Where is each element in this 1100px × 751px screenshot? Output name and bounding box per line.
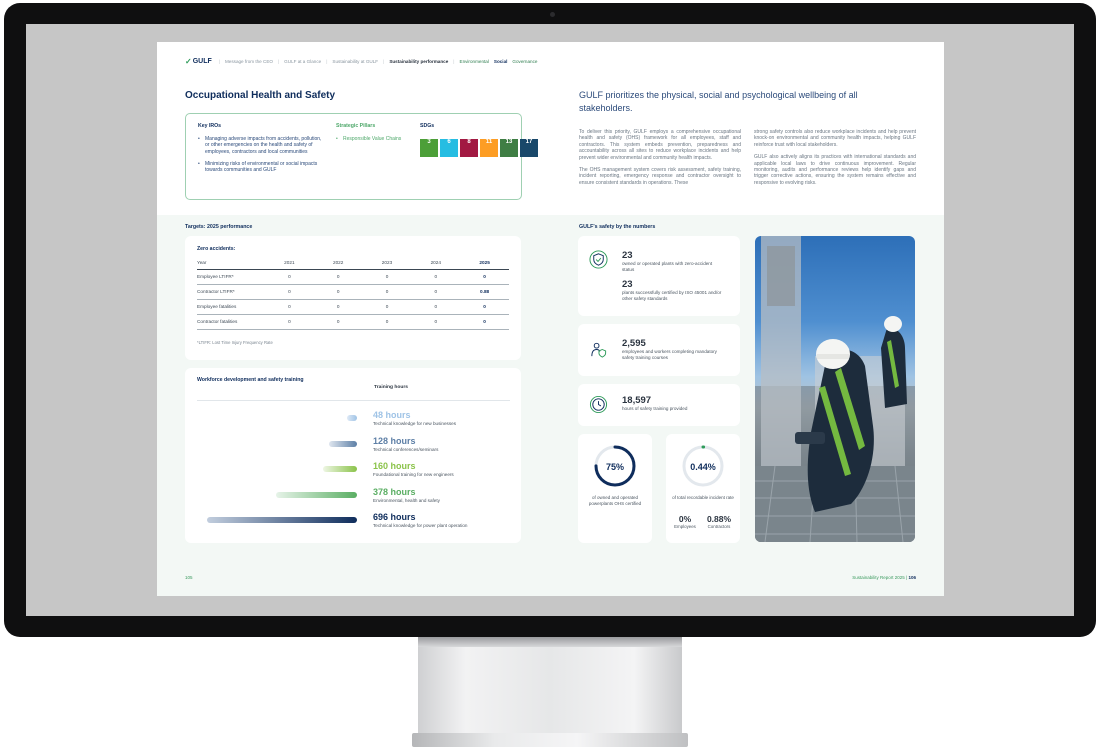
sdg-13-icon: 13 (500, 139, 518, 157)
strategic-pillars-heading: Strategic Pillars (336, 123, 376, 129)
training-hours-value: 18,597 (622, 395, 652, 406)
certified-plants-value: 23 (622, 279, 633, 290)
nav-social[interactable]: Social (494, 59, 508, 64)
industrial-worker-image (755, 236, 915, 542)
numbers-title: GULF's safety by the numbers (579, 224, 656, 230)
ohs-certified-card: 75% of owned and operated powerplants OH… (578, 434, 652, 543)
table-row: Contractor fatalities 0 0 0 0 0 (197, 314, 509, 330)
headline: GULF prioritizes the physical, social an… (579, 90, 858, 113)
training-bar (322, 466, 357, 472)
webcam-icon (550, 12, 555, 17)
incident-rate-desc: of total recordable incident rate (672, 495, 734, 500)
nav-sustainability-performance[interactable]: Sustainability performance (389, 59, 448, 64)
ohs-certified-value: 75% (605, 462, 624, 472)
shield-check-icon (589, 250, 608, 269)
zero-accident-plants-card: 23 owned or operated plants with zero-ac… (578, 236, 740, 316)
body-column-2: strong safety controls also reduce workp… (754, 129, 916, 186)
incident-rate-card: 0.44% of total recordable incident rate … (666, 434, 740, 543)
trained-workers-card: 2,595 employees and workers completing m… (578, 324, 740, 376)
section-title: Occupational Health and Safety (185, 90, 336, 101)
sdg-6-icon: 6 (440, 139, 458, 157)
gulf-logo[interactable]: ✓ GULF (185, 57, 212, 66)
table-row: Employee fatalities 0 0 0 0 0 (197, 299, 509, 315)
page-number-left: 105 (185, 575, 193, 580)
nav-gulf-at-a-glance[interactable]: GULF at a Glance (284, 59, 321, 64)
training-hours-desc: Foundational training for new engineers (373, 472, 454, 477)
training-bar (346, 415, 357, 421)
training-hours-card: 18,597 hours of safety training provided (578, 384, 740, 426)
list-item: Responsible Value Chains (336, 136, 406, 143)
worker-shield-icon (591, 342, 607, 358)
training-bar (329, 440, 357, 447)
sdg-3-icon: 3 (420, 139, 438, 157)
table-row: Employee LTIFR* 0 0 0 0 0 (197, 269, 509, 285)
targets-title: Targets: 2025 performance (185, 224, 253, 230)
workforce-title: Workforce development and safety trainin… (197, 377, 304, 383)
key-iros-box: Key IROs Managing adverse impacts from a… (185, 113, 538, 200)
table-row: Contractor LTIFR* 0 0 0 0 0.88 (197, 284, 509, 300)
ohs-certified-desc: of owned and operated powerplants OHS ce… (588, 495, 642, 506)
clock-icon (589, 395, 608, 414)
monitor-stand (418, 637, 682, 737)
nav-governance[interactable]: Governance (512, 59, 537, 64)
training-hours-desc: Environmental, health and safety (373, 497, 440, 503)
divider (197, 400, 510, 401)
training-hours-value: 128 hours (373, 435, 416, 446)
sdg-17-icon: 17 (520, 139, 538, 157)
training-hours-value: 160 hours (373, 461, 416, 471)
zero-accidents-card: Zero accidents: Year 2021 2022 2023 2024… (185, 236, 521, 360)
zero-accident-plants-desc: owned or operated plants with zero-accid… (622, 261, 713, 272)
report-page: ✓ GULF | Message from the CEO | GULF at … (157, 42, 944, 596)
trained-workers-value: 2,595 (622, 338, 646, 349)
training-hours-desc: hours of safety training provided (622, 406, 688, 411)
sdg-8-icon: 8 (460, 139, 478, 157)
ltifr-footnote: *LTIFR: Lost Time Injury Frequency Rate (197, 340, 273, 345)
incident-rate-value: 0.44% (690, 462, 716, 472)
training-hours-desc: Technical knowledge for new businesses (373, 421, 456, 426)
certified-plants-desc: plants successfully certified by ISO 450… (622, 290, 722, 301)
sdg-icons: 3 6 8 11 13 17 (420, 139, 538, 157)
nav-sustainability-at-gulf[interactable]: Sustainability at GULF (332, 59, 378, 64)
training-hours-label: Training hours (374, 385, 408, 390)
key-iros-list: Managing adverse impacts from accidents,… (198, 136, 323, 179)
strategic-pillars-list: Responsible Value Chains (336, 136, 406, 143)
training-hours-desc: Technical knowledge for power plant oper… (373, 523, 468, 528)
contractors-rate: 0.88% Contractors (706, 514, 732, 529)
employees-rate: 0% Employees (674, 514, 696, 529)
page-footer-right: Sustainability Report 2025 | 106 (852, 575, 916, 580)
training-hours-desc: Technical conferences/seminars (373, 446, 439, 452)
nav-message-ceo[interactable]: Message from the CEO (225, 59, 273, 64)
page-number-right: 106 (908, 575, 916, 580)
worker-photo (755, 236, 915, 542)
workforce-training-card: Workforce development and safety trainin… (185, 368, 521, 543)
monitor-stand-base (412, 733, 688, 747)
zero-accident-plants-value: 23 (622, 250, 633, 261)
table-header-row: Year 2021 2022 2023 2024 2025 (197, 257, 509, 270)
sdgs-heading: SDGs (420, 123, 435, 129)
training-hours-value: 48 hours (373, 410, 411, 420)
training-bar (207, 517, 357, 523)
training-hours-value: 378 hours (373, 486, 416, 497)
nav-environmental[interactable]: Environmental (460, 59, 489, 64)
body-column-1: To deliver this priority, GULF employs a… (579, 129, 741, 186)
sdg-11-icon: 11 (480, 139, 498, 157)
top-navigation: ✓ GULF | Message from the CEO | GULF at … (185, 57, 538, 66)
checkmark-logo-icon: ✓ (185, 57, 192, 66)
zero-accidents-table: Year 2021 2022 2023 2024 2025 Employee L… (197, 257, 509, 330)
zero-accidents-title: Zero accidents: (197, 246, 236, 252)
list-item: Minimizing risks of environmental or soc… (198, 161, 323, 174)
training-bar (275, 491, 357, 498)
training-hours-value: 696 hours (373, 512, 416, 522)
trained-workers-desc: employees and workers completing mandato… (622, 349, 717, 360)
list-item: Managing adverse impacts from accidents,… (198, 136, 323, 155)
key-iros-heading: Key IROs (198, 123, 222, 129)
